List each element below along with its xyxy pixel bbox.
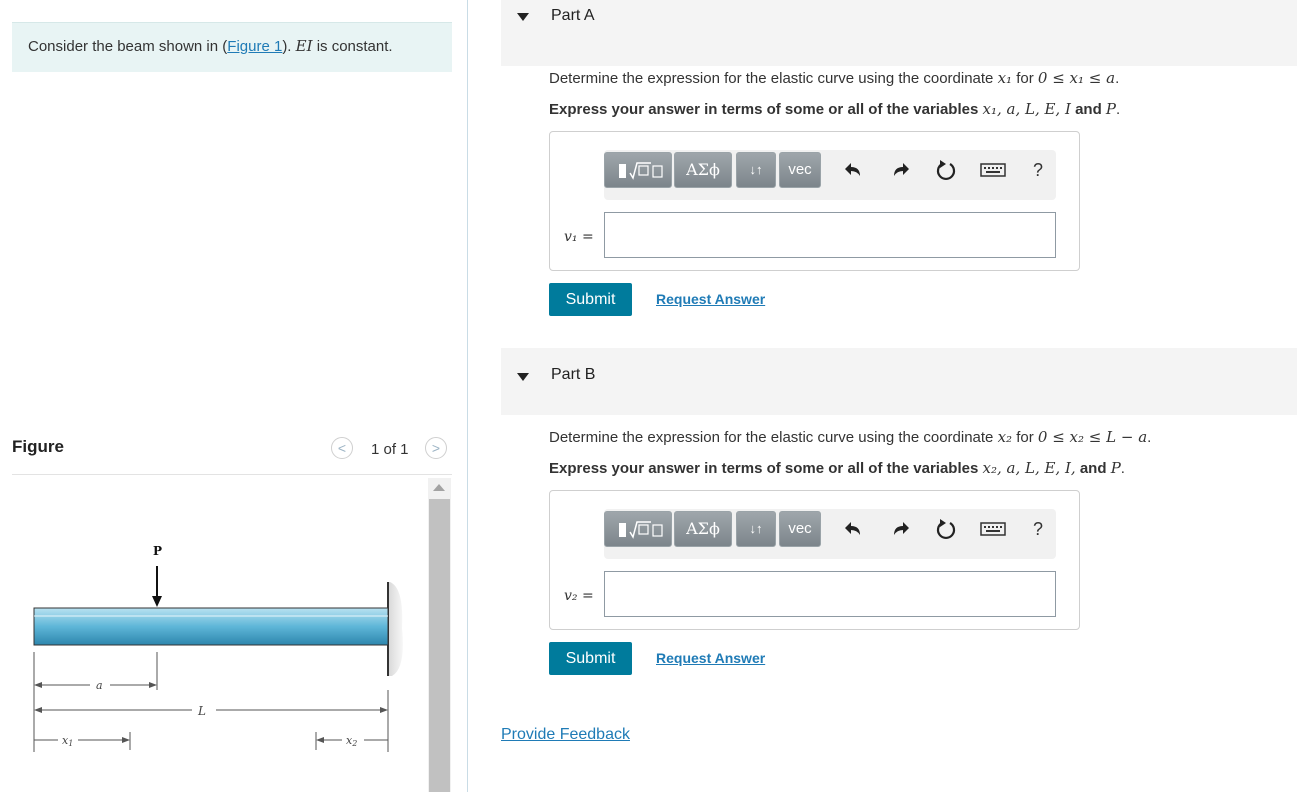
collapse-triangle-icon[interactable]: [517, 13, 529, 21]
subscript-superscript-button[interactable]: ↓↑: [736, 511, 776, 547]
part-b-question-end: .: [1147, 429, 1152, 446]
dim-l-arrow-right: [380, 707, 388, 713]
vector-button[interactable]: vec: [779, 511, 821, 547]
part-a-var: v₁ =: [564, 229, 594, 245]
part-a-question: Determine the expression for the elastic…: [549, 69, 1119, 87]
figure-link[interactable]: Figure 1: [227, 38, 282, 55]
part-a-question-var: x₁: [997, 69, 1013, 87]
intro-text-before: Consider the beam shown in (: [28, 38, 228, 55]
intro-text-mid: ).: [282, 38, 296, 55]
intro-text-after: is constant.: [312, 38, 393, 55]
load-label: P: [153, 544, 162, 558]
part-b-question-var: x₂: [997, 428, 1013, 446]
part-b-instr-end: .: [1120, 460, 1125, 477]
part-a-title: Part A: [551, 7, 595, 24]
greek-button[interactable]: ΑΣϕ: [674, 511, 732, 547]
dim-a-arrow-right: [149, 682, 157, 688]
part-a-request-answer-link[interactable]: Request Answer: [656, 291, 765, 307]
part-b-var: v₂ =: [564, 588, 594, 604]
part-b-title: Part B: [551, 366, 596, 383]
keyboard-icon[interactable]: [980, 517, 1006, 541]
part-a-answer-box: ΑΣϕ ↓↑ vec ? v₁ =: [549, 131, 1080, 271]
part-b-instructions: Express your answer in terms of some or …: [549, 459, 1125, 477]
part-b-instr-text: Express your answer in terms of some or …: [549, 460, 983, 477]
intro-ei: EI: [295, 37, 313, 55]
part-a-instr-end: .: [1116, 101, 1121, 118]
part-a-question-text: Determine the expression for the elastic…: [549, 70, 998, 87]
fraction-sqrt-icon: [619, 521, 663, 539]
part-a-question-range: 0 ≤ x₁ ≤ a: [1037, 69, 1116, 87]
keyboard-icon[interactable]: [980, 158, 1006, 182]
dim-x1-arrow: [122, 737, 130, 743]
part-b-instr-vars: x₂, a, L, E, I,: [982, 459, 1076, 477]
part-a-instructions: Express your answer in terms of some or …: [549, 100, 1120, 118]
help-icon[interactable]: ?: [1026, 517, 1050, 541]
part-a-variable-label: v₁ =: [564, 228, 594, 245]
undo-icon[interactable]: [842, 517, 866, 541]
templates-button[interactable]: [604, 152, 672, 188]
figure-next-button[interactable]: >: [425, 437, 447, 459]
help-icon[interactable]: ?: [1026, 158, 1050, 182]
reset-icon[interactable]: [934, 517, 958, 541]
dim-a-label: a: [96, 679, 103, 692]
vector-button[interactable]: vec: [779, 152, 821, 188]
undo-icon[interactable]: [842, 158, 866, 182]
part-a-question-end: .: [1115, 70, 1120, 87]
dim-x1-label: x1: [62, 734, 73, 748]
part-b-submit-button[interactable]: Submit: [549, 642, 632, 675]
part-a-instr-last: P: [1105, 100, 1117, 118]
part-a-answer-input[interactable]: [604, 212, 1056, 258]
part-b-header[interactable]: Part B: [501, 348, 1297, 415]
part-a-question-for: for: [1012, 70, 1038, 87]
scrollbar-thumb[interactable]: [429, 499, 450, 792]
problem-intro: Consider the beam shown in (Figure 1). E…: [12, 22, 452, 72]
part-b-variable-label: v₂ =: [564, 587, 594, 604]
templates-button[interactable]: [604, 511, 672, 547]
figure-counter: 1 of 1: [371, 441, 409, 458]
part-a-instr-text: Express your answer in terms of some or …: [549, 101, 983, 118]
beam-diagram: P a L x1 x2: [33, 544, 403, 752]
reset-icon[interactable]: [934, 158, 958, 182]
collapse-triangle-icon[interactable]: [517, 373, 529, 381]
provide-feedback-link[interactable]: Provide Feedback: [501, 726, 630, 744]
greek-button[interactable]: ΑΣϕ: [674, 152, 732, 188]
figure-title: Figure: [12, 437, 64, 456]
dim-x2-label: x2: [346, 734, 357, 748]
load-arrow-head: [152, 596, 162, 607]
dim-l-label: L: [197, 704, 206, 718]
part-b-answer-input[interactable]: [604, 571, 1056, 617]
dim-l-arrow-left: [34, 707, 42, 713]
part-a-math-toolbar: ΑΣϕ ↓↑ vec ?: [604, 150, 1056, 200]
part-a-instr-and: and: [1070, 101, 1106, 118]
part-b-answer-box: ΑΣϕ ↓↑ vec ? v₂ =: [549, 490, 1080, 630]
scroll-up-icon[interactable]: [433, 484, 445, 491]
part-b-question-text: Determine the expression for the elastic…: [549, 429, 998, 446]
redo-icon[interactable]: [888, 158, 912, 182]
part-b-math-toolbar: ΑΣϕ ↓↑ vec ?: [604, 509, 1056, 559]
subscript-superscript-button[interactable]: ↓↑: [736, 152, 776, 188]
dim-x2-arrow: [316, 737, 324, 743]
part-a-submit-button[interactable]: Submit: [549, 283, 632, 316]
part-a-header[interactable]: Part A: [501, 0, 1297, 66]
part-b-question-range: 0 ≤ x₂ ≤ L − a: [1037, 428, 1148, 446]
part-b-instr-last: P: [1110, 459, 1121, 477]
column-divider: [467, 0, 468, 792]
beam: [33, 607, 389, 646]
beam-figure: P a L x1 x2: [12, 478, 426, 792]
figure-divider: [12, 474, 452, 475]
figure-prev-button[interactable]: <: [331, 437, 353, 459]
redo-icon[interactable]: [888, 517, 912, 541]
fraction-sqrt-icon: [619, 162, 663, 180]
part-b-instr-and: and: [1075, 460, 1111, 477]
part-b-question-for: for: [1012, 429, 1038, 446]
part-b-request-answer-link[interactable]: Request Answer: [656, 650, 765, 666]
part-b-question: Determine the expression for the elastic…: [549, 428, 1151, 446]
dim-a-arrow-left: [34, 682, 42, 688]
wall-support: [388, 582, 403, 676]
part-a-instr-vars: x₁, a, L, E, I: [982, 100, 1071, 118]
